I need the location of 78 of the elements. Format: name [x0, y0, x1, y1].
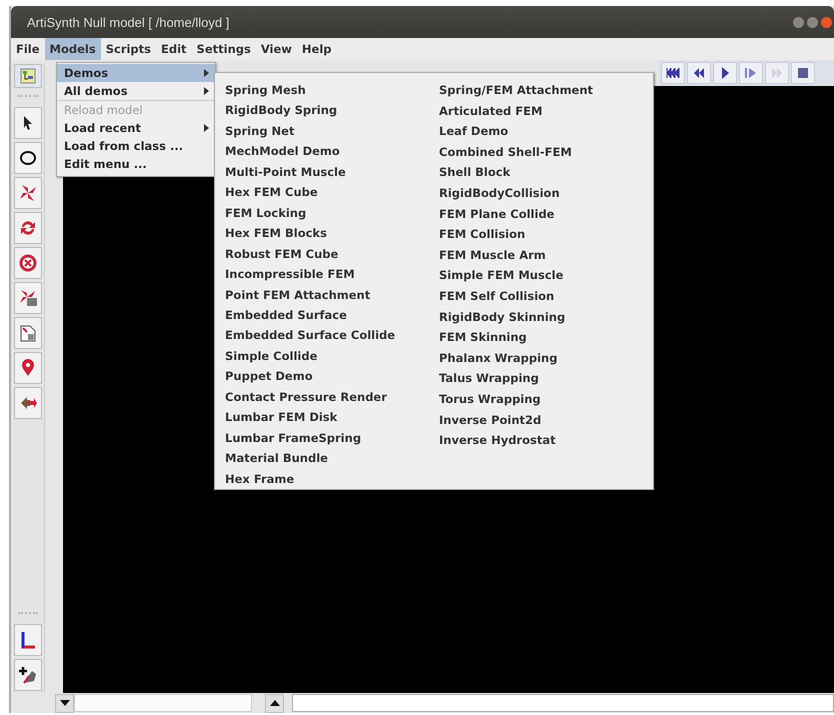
menu-item[interactable]: Spring/FEM Attachment [439, 80, 594, 101]
menu-item[interactable]: Spring Net [225, 120, 294, 142]
menu-item[interactable]: Material Bundle [225, 448, 328, 469]
menu-item[interactable]: Phalanx Wrapping [439, 348, 558, 368]
menu-item[interactable]: Embedded Surface [225, 304, 347, 326]
menu-item[interactable]: Incompressible FEM [225, 264, 355, 285]
menu-item[interactable]: Torus Wrapping [439, 388, 541, 410]
menu-item[interactable]: MechModel Demo [225, 141, 340, 162]
play-icon[interactable] [713, 62, 737, 84]
menu-item[interactable]: Lumbar FrameSpring [225, 428, 362, 448]
axes-icon[interactable] [14, 624, 42, 656]
pointer-icon[interactable] [14, 107, 42, 139]
grip-icon[interactable] [18, 95, 38, 100]
menu-item[interactable]: FEM Plane Collide [439, 204, 554, 224]
menu-item[interactable]: Simple Collide [225, 346, 318, 366]
submenu-arrow-icon [204, 69, 209, 77]
menu-item[interactable]: Inverse Point2d [439, 410, 542, 430]
menu-item[interactable]: Robust FEM Cube [225, 244, 338, 264]
menu-item[interactable]: Edit [156, 38, 192, 60]
rewind-icon[interactable] [687, 62, 711, 84]
skip-back-icon[interactable] [661, 62, 685, 84]
down-arrow-icon [60, 700, 70, 706]
stop-icon[interactable] [791, 62, 815, 84]
submenu-arrow-icon [204, 87, 209, 95]
pinwheel-icon[interactable] [14, 282, 42, 314]
up-arrow-button[interactable] [265, 694, 284, 712]
menu-item[interactable]: Contact Pressure Render [225, 386, 387, 408]
menu-item[interactable]: FEM Collision [439, 224, 526, 245]
menu-item[interactable]: Point FEM Attachment [225, 284, 370, 305]
tree-icon[interactable] [14, 64, 42, 88]
menu-item[interactable]: Spring Mesh [225, 80, 306, 100]
menu-item[interactable]: FEM Self Collision [439, 286, 554, 307]
menu-item[interactable]: FEM Locking [225, 202, 306, 224]
menu-item[interactable]: Hex FEM Blocks [225, 223, 327, 244]
menu-item[interactable]: Combined Shell-FEM [439, 142, 572, 162]
menu-item[interactable]: Load from class ... [57, 137, 215, 155]
menu-item[interactable]: Leaf Demo [439, 121, 508, 142]
menu-item[interactable]: Demos [57, 64, 215, 82]
menu-item[interactable]: FEM Skinning [439, 327, 527, 348]
menu-item[interactable]: View [256, 38, 297, 60]
menu-item[interactable]: Multi-Point Muscle [225, 162, 346, 182]
menu-item[interactable]: Edit menu ... [57, 155, 215, 173]
document-icon[interactable] [14, 317, 42, 349]
menu-item[interactable]: Talus Wrapping [439, 368, 539, 389]
menu-item[interactable]: Simple FEM Muscle [439, 265, 564, 286]
menu-item[interactable]: Help [296, 38, 337, 60]
menu-item[interactable]: Embedded Surface Collide [225, 325, 396, 346]
maximize-button[interactable] [807, 16, 818, 28]
menu-item[interactable]: Articulated FEM [439, 100, 542, 122]
rotate-icon[interactable] [14, 212, 42, 244]
menu-item[interactable]: Hex FEM Cube [225, 182, 318, 203]
menu-item[interactable]: RigidBody Skinning [439, 306, 566, 328]
menu-item[interactable]: Hex Frame [225, 468, 294, 490]
menu-item[interactable]: All demos [57, 82, 215, 100]
menu-item[interactable]: Puppet Demo [225, 366, 313, 387]
menu-item[interactable]: RigidBodyCollision [439, 182, 560, 204]
pin-icon[interactable] [14, 352, 42, 384]
menu-item[interactable]: Shell Block [439, 162, 510, 183]
menu-item[interactable]: FEM Muscle Arm [439, 244, 546, 266]
grip-icon[interactable] [18, 612, 38, 617]
close-button[interactable] [821, 16, 832, 28]
down-arrow-button[interactable] [55, 694, 74, 712]
menu-item[interactable]: Scripts [100, 38, 156, 60]
menu-item[interactable]: Lumbar FEM Disk [225, 407, 338, 428]
up-arrow-icon [270, 700, 280, 706]
menu-item[interactable]: Models [44, 38, 101, 60]
submenu-arrow-icon [204, 124, 209, 132]
menu-item[interactable]: Load recent [57, 119, 215, 137]
pinwheel-icon[interactable] [14, 177, 42, 209]
add-marker-icon[interactable] [14, 659, 42, 691]
menu-item[interactable]: Settings [192, 38, 256, 60]
input-field[interactable] [292, 694, 834, 712]
menu-item[interactable]: File [11, 38, 45, 60]
menu-item[interactable]: RigidBody Spring [225, 100, 338, 121]
input-field[interactable] [74, 694, 252, 712]
window-title: ArtiSynth Null model [ /home/lloyd ] [27, 14, 230, 30]
menu-item[interactable]: Inverse Hydrostat [439, 430, 556, 451]
minimize-button[interactable] [793, 16, 804, 28]
